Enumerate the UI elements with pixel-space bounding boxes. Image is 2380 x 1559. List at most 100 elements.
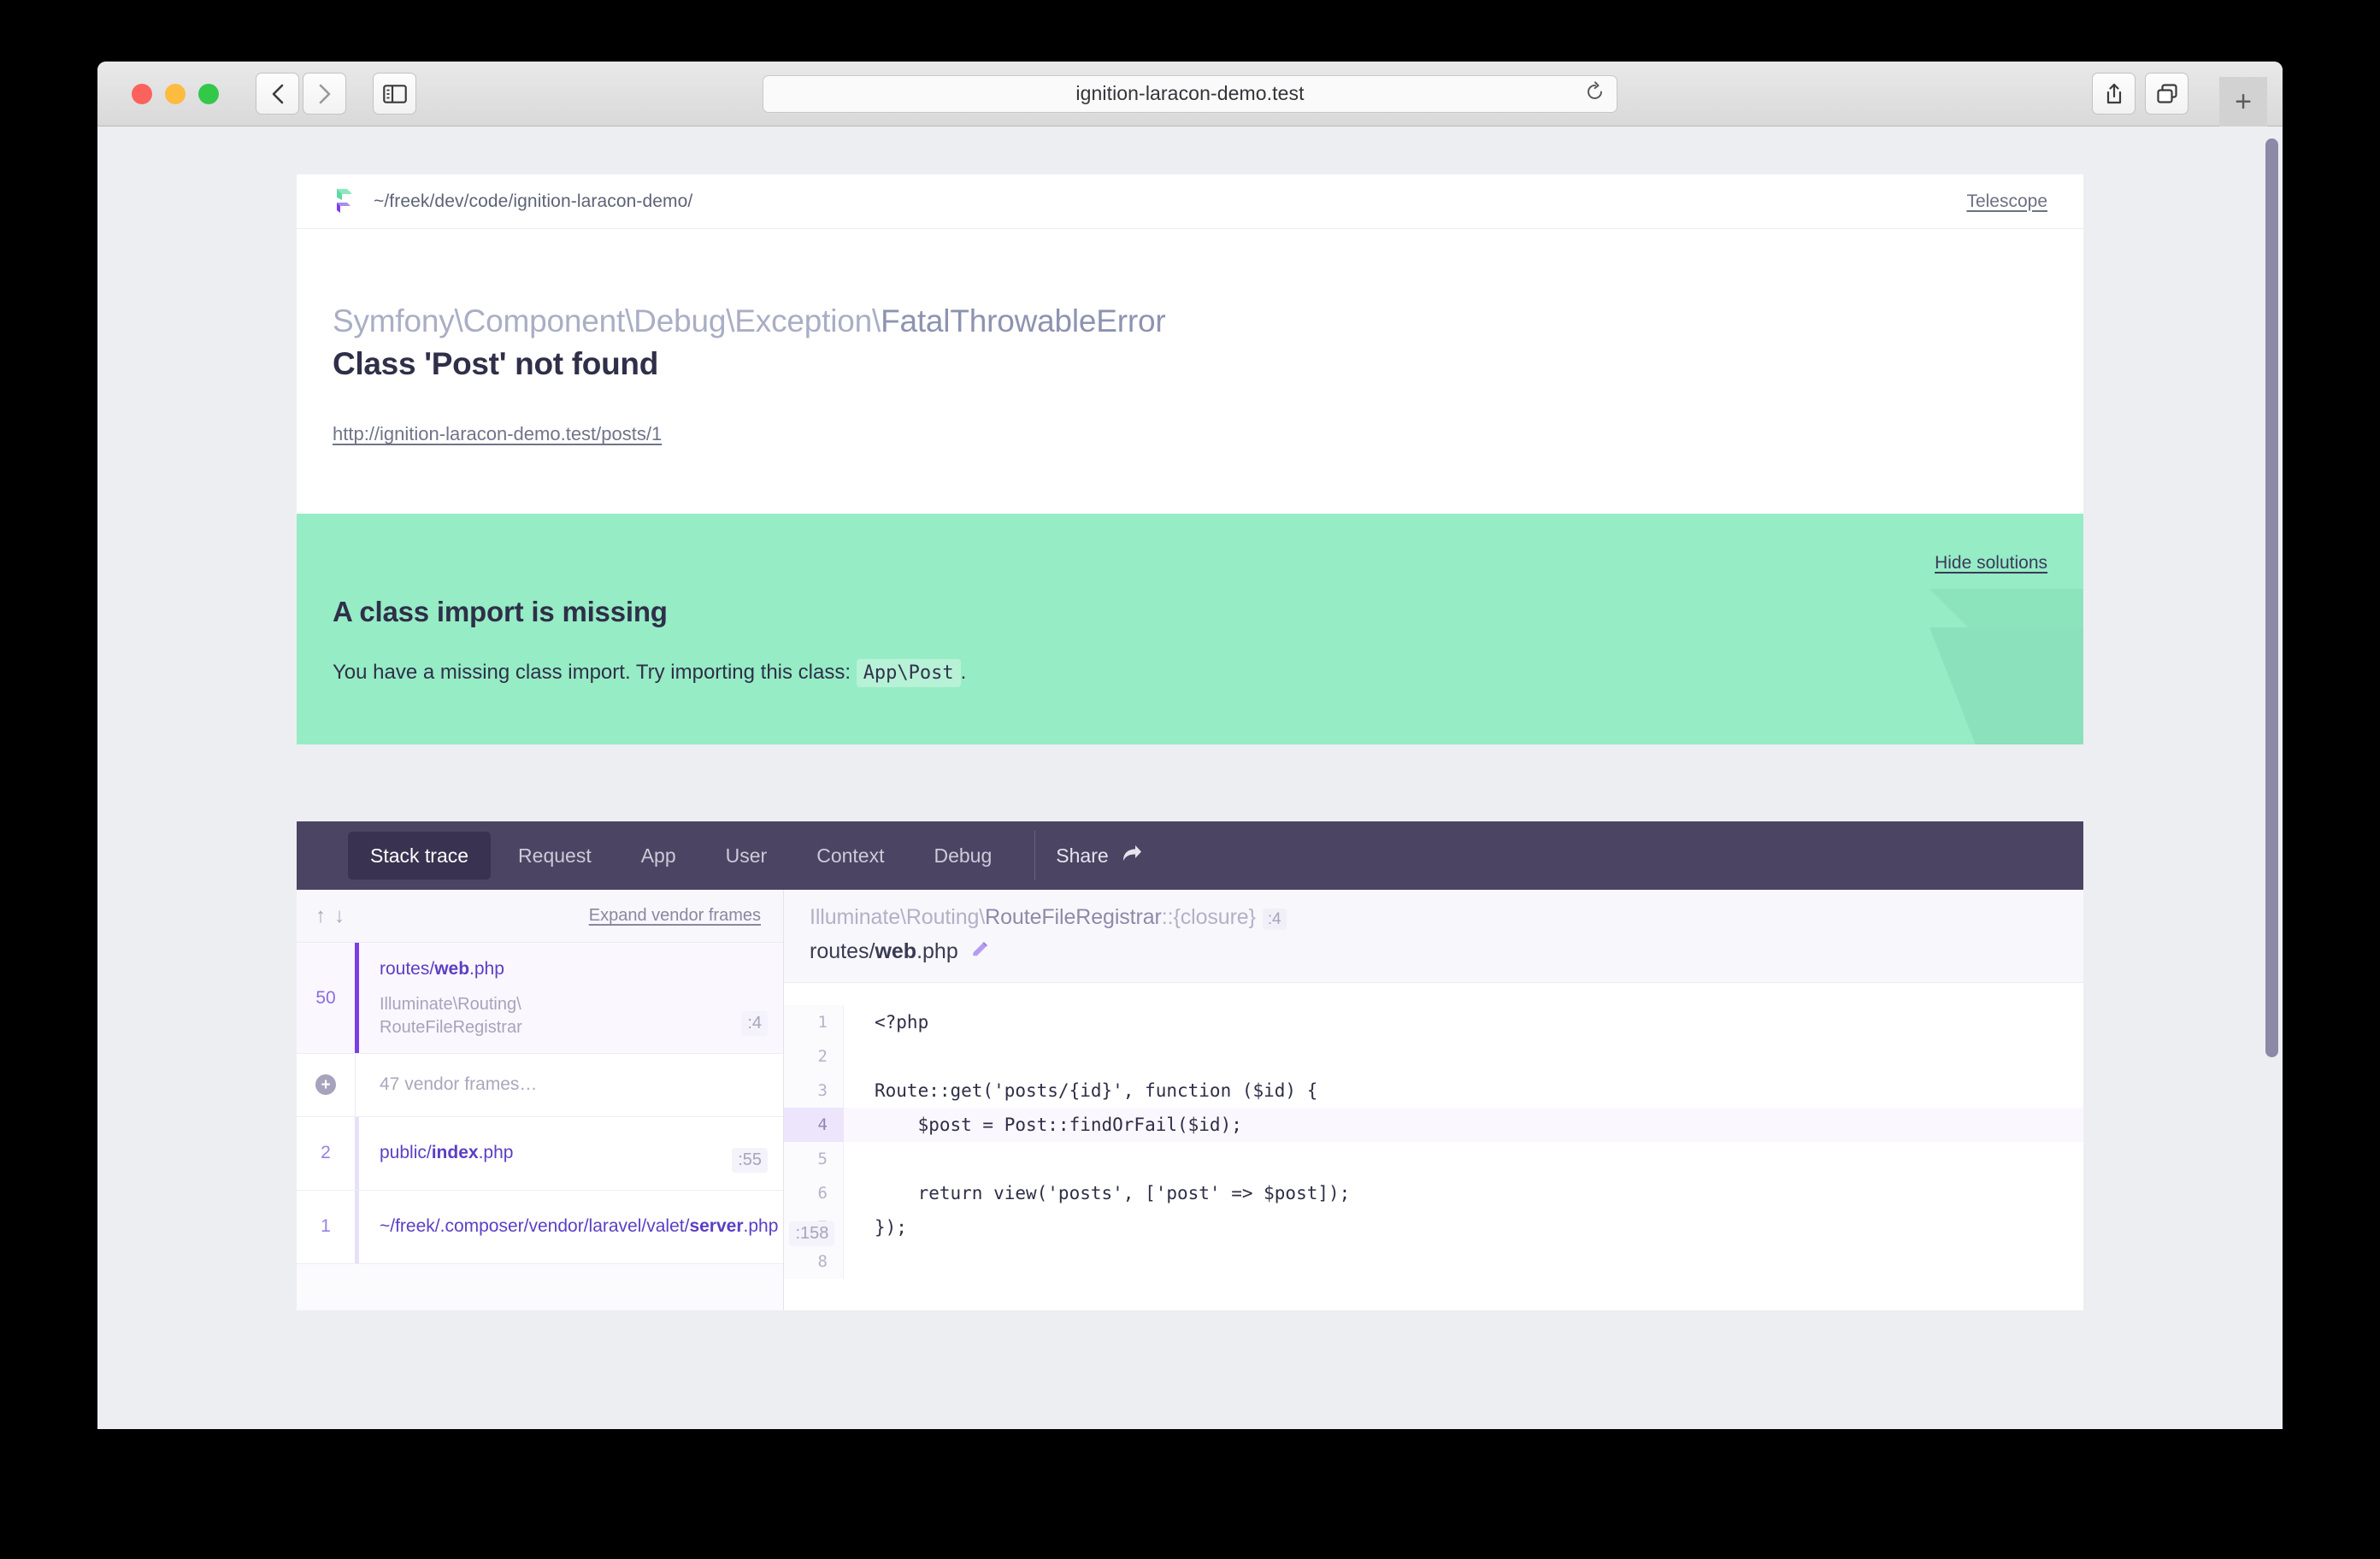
code-line[interactable]: 7 }); — [784, 1210, 2083, 1245]
frame-file: routes/web.php — [380, 956, 766, 982]
share-arrow-icon — [1121, 843, 1143, 868]
frame-file-dir: ~/freek/.composer/vendor/laravel/valet/ — [380, 1216, 690, 1237]
minimize-window-button[interactable] — [165, 83, 186, 104]
exception-class: Symfony\Component\Debug\Exception\FatalT… — [333, 303, 2047, 340]
code-class-prefix: Illuminate\Routing\ — [810, 905, 986, 930]
solution-class-code: App\Post — [856, 659, 961, 688]
scrollbar-thumb[interactable] — [2265, 138, 2278, 1057]
frame-number: 1 — [297, 1190, 355, 1263]
code-line-source: return view('posts', ['post' => $post]); — [875, 1183, 1351, 1204]
frame-line-number: :55 — [732, 1147, 768, 1173]
browser-titlebar: ignition-laracon-demo.test + — [97, 62, 2283, 126]
new-tab-button[interactable]: + — [2219, 77, 2267, 126]
address-bar[interactable]: ignition-laracon-demo.test — [763, 74, 1617, 113]
code-line[interactable]: 2 — [784, 1039, 2083, 1074]
code-file-ext: .php — [916, 939, 958, 964]
tab-request[interactable]: Request — [496, 832, 614, 880]
code-line[interactable]: 5 — [784, 1142, 2083, 1177]
toolbar-right-buttons — [2092, 73, 2189, 115]
code-line[interactable]: 8 — [784, 1244, 2083, 1280]
address-bar-container: ignition-laracon-demo.test — [763, 74, 1617, 113]
toggle-sidebar-button[interactable] — [373, 73, 416, 115]
frame-row-50[interactable]: 50 routes/web.php Illuminate\Routing\ Ro… — [297, 943, 783, 1054]
error-card: ~/freek/dev/code/ignition-laracon-demo/ … — [297, 174, 2083, 515]
share-button[interactable] — [2092, 73, 2136, 115]
tab-context[interactable]: Context — [794, 832, 906, 880]
maximize-window-button[interactable] — [198, 83, 219, 104]
navigation-buttons — [256, 73, 416, 115]
solution-text-after: . — [960, 661, 967, 685]
code-file-name: web — [875, 939, 917, 964]
code-line-source — [844, 1142, 2083, 1176]
plus-icon[interactable]: + — [315, 1074, 336, 1096]
code-line[interactable]: 3 Route::get('posts/{id}', function ($id… — [784, 1074, 2083, 1109]
code-line-source: }); — [875, 1217, 907, 1238]
code-lines: 1 <?php 2 3 Route::get('posts/{id}', fun… — [784, 983, 2083, 1310]
code-line-number: 1 — [784, 1005, 844, 1040]
code-line-number: 5 — [784, 1142, 844, 1177]
hide-solutions-link[interactable]: Hide solutions — [1935, 553, 2047, 574]
vendor-expand-icon-cell: + — [297, 1053, 355, 1116]
frame-number: 2 — [297, 1116, 355, 1190]
tab-app[interactable]: App — [619, 832, 698, 880]
back-button[interactable] — [256, 73, 299, 115]
exception-class-prefix: Symfony\Component\Debug\Exception\ — [333, 303, 881, 338]
share-link[interactable]: Share — [1056, 843, 1142, 868]
code-line[interactable]: 1 <?php — [784, 1005, 2083, 1040]
code-file-dir: routes/ — [810, 939, 875, 964]
code-line-source — [844, 1039, 2083, 1074]
frame-line-number: :4 — [741, 1010, 768, 1036]
error-body: Symfony\Component\Debug\Exception\FatalT… — [297, 229, 2083, 514]
frame-file: public/index.php — [380, 1140, 766, 1166]
frame-row-vendor-collapsed[interactable]: + 47 vendor frames… — [297, 1053, 783, 1117]
solution-title: A class import is missing — [333, 596, 668, 628]
path-bar: ~/freek/dev/code/ignition-laracon-demo/ … — [297, 174, 2083, 229]
page-container: ~/freek/dev/code/ignition-laracon-demo/ … — [297, 174, 2083, 1311]
tab-user[interactable]: User — [704, 832, 790, 880]
code-file-path: routes/web.php — [810, 938, 2058, 965]
telescope-link[interactable]: Telescope — [1966, 191, 2047, 212]
page-scrollbar[interactable] — [2260, 126, 2283, 1429]
frames-list: ↑ ↓ Expand vendor frames 50 routes/web.p… — [297, 890, 835, 1311]
frame-row-1[interactable]: 1 ~/freek/.composer/vendor/laravel/valet… — [297, 1190, 835, 1264]
request-url-link[interactable]: http://ignition-laracon-demo.test/posts/… — [333, 423, 662, 445]
expand-vendor-frames-link[interactable]: Expand vendor frames — [589, 906, 761, 926]
vendor-frames-label: 47 vendor frames… — [380, 1074, 538, 1095]
frame-file-dir: public/ — [380, 1143, 432, 1163]
exception-message: Class 'Post' not found — [333, 346, 658, 382]
frame-file-ext: .php — [743, 1216, 779, 1237]
show-tabs-button[interactable] — [2145, 73, 2189, 115]
frame-file: ~/freek/.composer/vendor/laravel/valet/s… — [380, 1214, 833, 1239]
frame-number: 50 — [297, 943, 355, 1053]
tab-bar: Stack trace Request App User Context Deb… — [297, 821, 2083, 891]
browser-window: ignition-laracon-demo.test + ~/freek/dev… — [97, 62, 2283, 1429]
code-class-name: RouteFileRegistrar — [985, 905, 1162, 930]
code-class-suffix: ::{closure} — [1161, 905, 1256, 930]
url-text: ignition-laracon-demo.test — [1075, 82, 1305, 104]
tab-divider — [1034, 831, 1036, 881]
pencil-icon[interactable] — [970, 938, 991, 965]
frame-file-ext: .php — [478, 1143, 514, 1163]
frame-info: ~/freek/.composer/vendor/laravel/valet/s… — [359, 1191, 850, 1263]
code-line-source: <?php — [875, 1012, 929, 1033]
code-line-source: $post = Post::findOrFail($id); — [844, 1108, 2083, 1143]
frame-row-2[interactable]: 2 public/index.php :55 — [297, 1116, 783, 1191]
sort-down-icon[interactable]: ↓ — [334, 905, 345, 927]
tab-debug[interactable]: Debug — [911, 832, 1014, 880]
code-panel-header: Illuminate\Routing\RouteFileRegistrar::{… — [784, 890, 2083, 984]
sort-up-icon[interactable]: ↑ — [315, 905, 326, 927]
tab-stack-trace[interactable]: Stack trace — [348, 832, 492, 880]
code-line-source — [844, 1244, 2083, 1279]
code-line-badge: :4 — [1262, 909, 1287, 931]
forward-button[interactable] — [303, 73, 346, 115]
solution-text-before: You have a missing class import. Try imp… — [333, 661, 851, 685]
code-file-text: routes/web.php — [810, 939, 958, 964]
code-line-number: 2 — [784, 1039, 844, 1074]
close-window-button[interactable] — [132, 83, 152, 104]
exception-class-name: FatalThrowableError — [881, 303, 1166, 338]
reload-icon[interactable] — [1586, 80, 1605, 106]
code-line-number: 4 — [784, 1108, 844, 1143]
code-line-highlighted[interactable]: 4 $post = Post::findOrFail($id); — [784, 1108, 2083, 1143]
code-line[interactable]: 6 return view('posts', ['post' => $post]… — [784, 1176, 2083, 1211]
code-line-number: 3 — [784, 1074, 844, 1109]
